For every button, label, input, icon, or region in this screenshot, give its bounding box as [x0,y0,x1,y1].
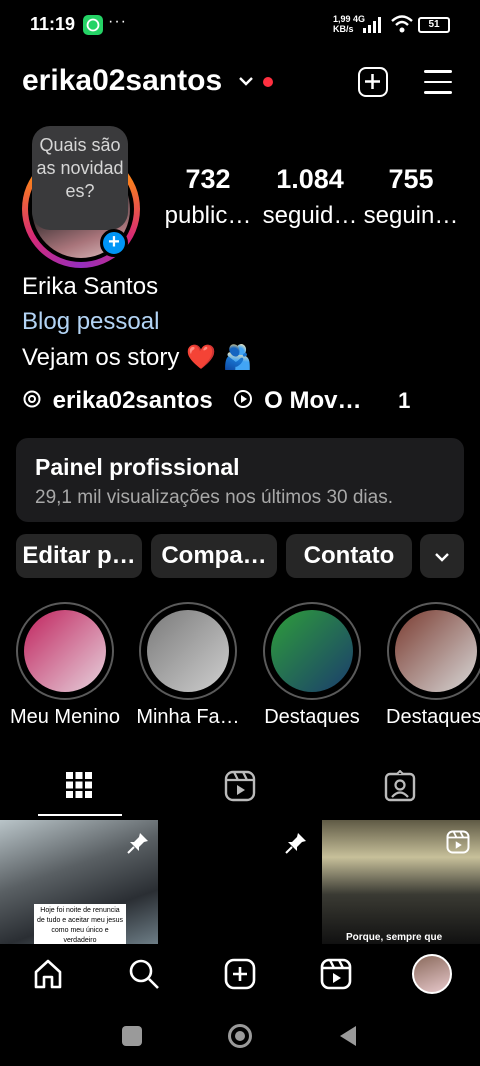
edit-profile-button[interactable]: Editar p… [16,534,142,578]
home-button-icon[interactable] [228,1024,252,1048]
highlight-label: Minha Fa… [136,706,240,728]
post-thumbnail[interactable]: Porque, sempre que [322,820,480,944]
post-caption: Hoje foi noite de renuncia de tudo e ace… [34,904,126,944]
net-speed-unit: KB/s [333,24,354,34]
post-thumbnail[interactable] [161,820,319,944]
highlight-label: Destaques [264,706,360,728]
menu-icon[interactable] [424,70,452,102]
music-link[interactable]: O Mov… [264,387,361,414]
search-icon[interactable] [128,958,160,995]
notification-dot [263,77,273,87]
profile-username[interactable]: erika02santos [22,64,222,98]
suggested-button[interactable] [420,534,464,578]
system-navigation [0,1004,480,1066]
home-icon[interactable] [32,958,64,995]
post-caption: Porque, sempre que [346,932,443,943]
panel-subtitle: 29,1 mil visualizações nos últimos 30 di… [35,487,394,508]
active-tab-indicator [38,814,122,816]
whatsapp-icon [83,15,103,35]
notes-bubble[interactable]: Quais são as novidad es? [32,126,128,230]
highlight-cover [271,610,353,692]
followers-label[interactable]: seguid… [260,202,360,230]
reel-icon [446,830,470,859]
wifi-icon [390,14,414,39]
profile-category: Blog pessoal [22,308,160,335]
following-count[interactable]: 755 [361,164,461,195]
add-story-icon[interactable]: + [100,229,128,257]
recent-apps-icon[interactable] [122,1026,142,1046]
pin-icon [127,832,149,859]
status-time: 11:19 [30,14,76,34]
highlight-cover [24,610,106,692]
pin-icon [285,832,307,859]
highlight-cover [395,610,477,692]
net-speed-value: 1,99 [333,14,351,24]
create-post-icon[interactable] [358,67,388,97]
share-profile-button[interactable]: Compa… [151,534,277,578]
post-thumbnail[interactable]: Hoje foi noite de renuncia de tudo e ace… [0,820,158,944]
back-icon[interactable] [338,1024,358,1053]
reels-icon[interactable] [320,958,352,995]
grid-tab-icon[interactable] [64,770,94,805]
reels-tab-icon[interactable] [224,770,256,807]
highlight-cover [147,610,229,692]
threads-icon[interactable] [22,388,42,416]
profile-bio: Vejam os story ❤️ 🫂 [22,344,253,371]
panel-title: Painel profissional [35,454,240,480]
more-notifications-icon: ··· [108,13,127,30]
extra-count[interactable]: 1 [398,388,410,413]
chevron-down-icon[interactable] [238,74,254,92]
posts-count[interactable]: 732 [158,164,258,195]
followers-count[interactable]: 1.084 [260,164,360,195]
network-speed: 1,99 4G KB/s [333,14,365,34]
status-bar: 11:19 ··· 1,99 4G KB/s 51 [0,0,480,52]
chevron-down-icon [435,553,449,562]
create-icon[interactable] [224,958,256,995]
bottom-navigation [0,944,480,1004]
threads-link[interactable]: erika02santos [53,387,213,414]
profile-links-row: erika02santos O Mov… 1 [22,387,410,416]
posts-label[interactable]: public… [158,202,258,230]
highlight-label: Destaques [386,706,480,728]
battery-icon: 51 [418,17,450,33]
profile-avatar-icon[interactable] [412,954,452,994]
music-play-icon[interactable] [233,388,253,416]
tagged-tab-icon[interactable] [384,769,416,807]
signal-icon [362,16,386,39]
contact-button[interactable]: Contato [286,534,412,578]
profile-name: Erika Santos [22,273,159,300]
highlight-label: Meu Menino [9,706,121,728]
following-label[interactable]: seguin… [361,202,461,230]
